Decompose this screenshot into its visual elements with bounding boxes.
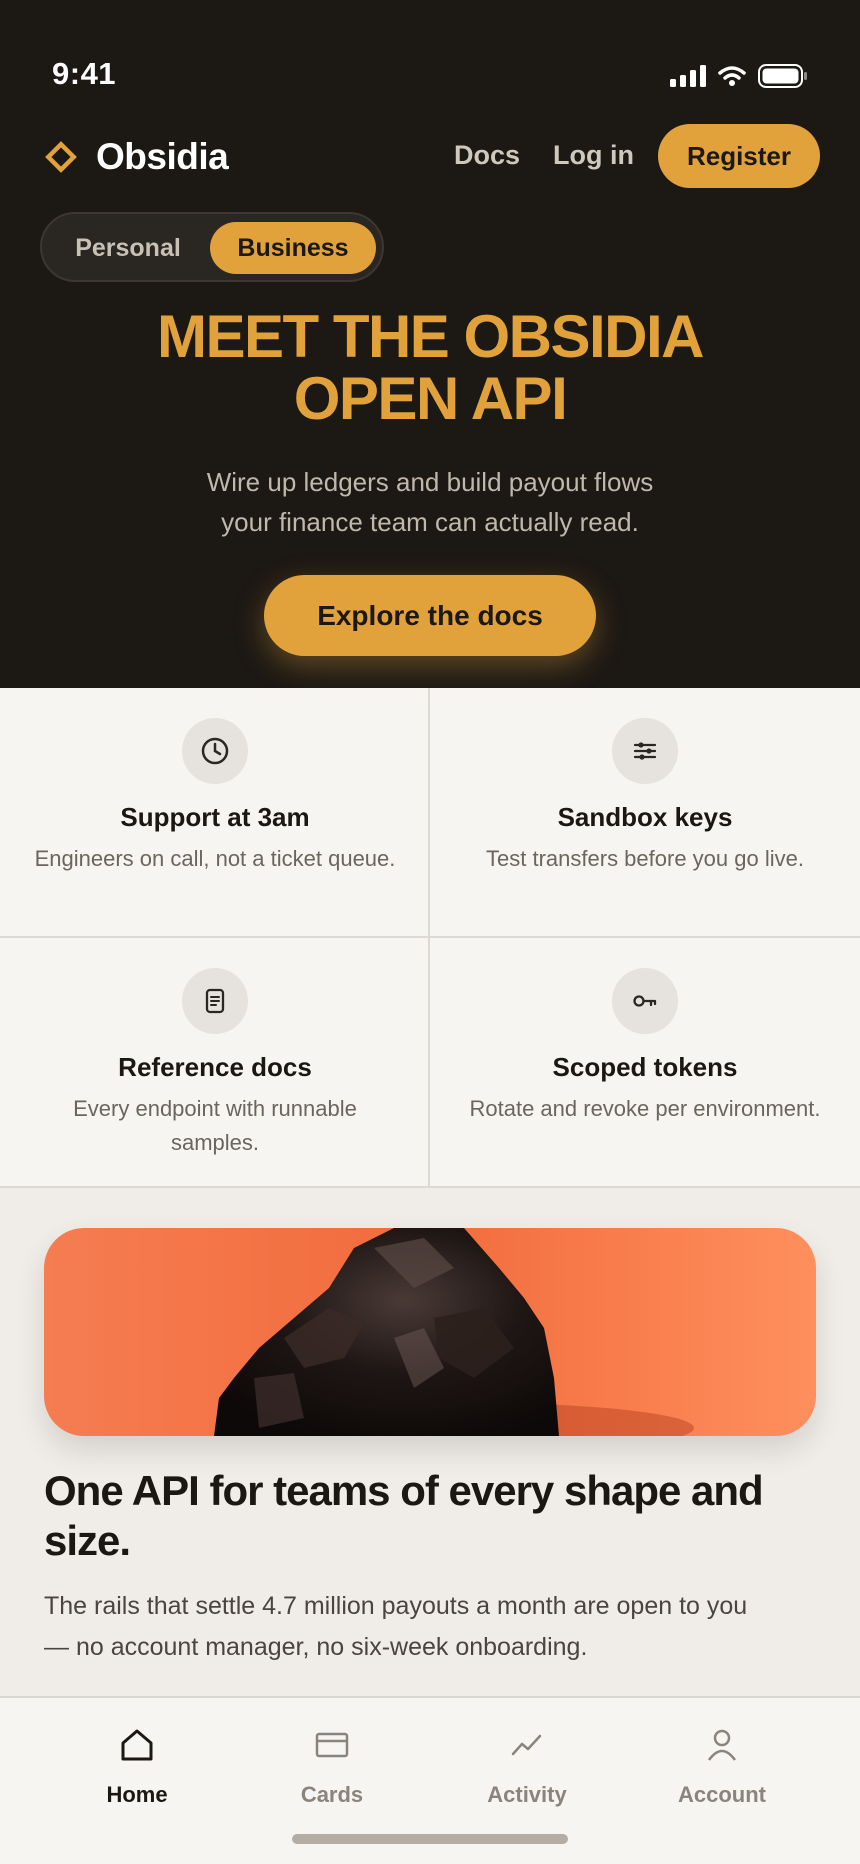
status-time: 9:41 — [52, 56, 117, 91]
segment-business[interactable]: Business — [210, 222, 376, 274]
document-icon — [182, 968, 248, 1034]
nav-docs-link[interactable]: Docs — [454, 140, 520, 171]
home-indicator[interactable] — [292, 1834, 568, 1844]
feature-card-reference: Reference docs Every endpoint with runna… — [0, 938, 430, 1188]
tab-label: Activity — [487, 1782, 567, 1807]
card-icon — [252, 1724, 412, 1766]
section-body: The rails that settle 4.7 million payout… — [44, 1592, 748, 1661]
feature-description: Engineers on call, not a ticket queue. — [34, 846, 396, 871]
features-grid: Support at 3am Engineers on call, not a … — [0, 688, 860, 1188]
obsidian-photo — [44, 1228, 816, 1436]
feature-title: Sandbox keys — [557, 802, 733, 832]
hero-subtitle-line-2: your finance team can actually read. — [221, 507, 639, 537]
activity-icon — [447, 1724, 607, 1766]
key-icon — [612, 968, 678, 1034]
clock-icon — [182, 718, 248, 784]
battery-icon — [758, 64, 807, 88]
home-icon — [57, 1724, 217, 1766]
feature-description: Rotate and revoke per environment. — [469, 1096, 821, 1121]
hero-subtitle: Wire up ledgers and build payout flows y… — [130, 462, 730, 542]
user-icon — [642, 1724, 802, 1766]
feature-title: Scoped tokens — [552, 1052, 738, 1082]
signal-icon — [670, 65, 706, 87]
tab-account[interactable]: Account — [642, 1724, 802, 1808]
feature-title: Support at 3am — [120, 802, 310, 832]
hero-subtitle-line-1: Wire up ledgers and build payout flows — [206, 467, 654, 497]
explore-docs-button[interactable]: Explore the docs — [264, 575, 596, 656]
feature-description: Every endpoint with runnable samples. — [73, 1096, 357, 1155]
feature-card-support: Support at 3am Engineers on call, not a … — [0, 688, 430, 938]
feature-card-sandbox: Sandbox keys Test transfers before you g… — [430, 688, 860, 938]
feature-card-tokens: Scoped tokens Rotate and revoke per envi… — [430, 938, 860, 1188]
feature-description: Test transfers before you go live. — [486, 846, 804, 871]
tab-label: Account — [678, 1782, 766, 1807]
register-button[interactable]: Register — [658, 124, 820, 188]
tab-cards[interactable]: Cards — [252, 1724, 412, 1808]
nav-login-link[interactable]: Log in — [553, 140, 634, 171]
sliders-icon — [612, 718, 678, 784]
section-title: One API for teams of every shape and siz… — [44, 1467, 764, 1564]
feature-title: Reference docs — [118, 1052, 312, 1082]
status-icons — [670, 64, 808, 88]
tab-activity[interactable]: Activity — [447, 1724, 607, 1808]
diamond-logo-icon — [45, 141, 77, 173]
segment-personal[interactable]: Personal — [50, 222, 206, 274]
wifi-icon — [718, 66, 746, 86]
hero-title-line-1: MEET THE OBSIDIA — [156, 303, 705, 370]
brand-name: Obsidia — [96, 136, 229, 177]
brand[interactable]: Obsidia — [44, 136, 229, 178]
hero-title-line-2: OPEN API — [293, 365, 568, 432]
hero-section: 9:41 Obsidia Docs Log in Register Person… — [0, 0, 860, 688]
tab-label: Cards — [300, 1782, 364, 1807]
tab-label: Home — [106, 1782, 168, 1807]
hero-title: MEET THE OBSIDIA OPEN API — [0, 306, 860, 430]
tab-home[interactable]: Home — [57, 1724, 217, 1808]
account-type-toggle: Personal Business — [40, 212, 384, 282]
